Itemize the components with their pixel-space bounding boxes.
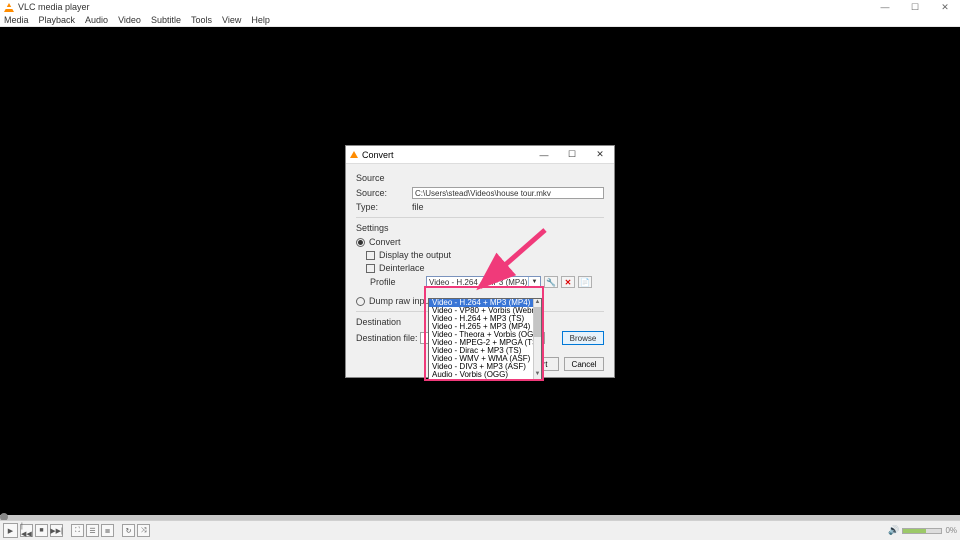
- dialog-maximize-button[interactable]: ☐: [558, 146, 586, 164]
- menu-audio[interactable]: Audio: [85, 15, 108, 25]
- settings-section-label: Settings: [356, 223, 604, 233]
- playback-controls: ▶ |◀◀ ■ ▶▶| ⛶ ☰ ≣ ↻ ⤨ 🔊 0%: [0, 520, 960, 540]
- new-profile-button[interactable]: 📄: [578, 276, 592, 288]
- menubar: Media Playback Audio Video Subtitle Tool…: [0, 14, 960, 27]
- profile-option[interactable]: Video - H.264 + MP3 (MP4): [429, 299, 541, 307]
- window-title: VLC media player: [18, 2, 90, 12]
- type-label: Type:: [356, 202, 412, 212]
- dialog-title: Convert: [362, 150, 394, 160]
- profile-option[interactable]: Video - Theora + Vorbis (OGG): [429, 331, 541, 339]
- scroll-up-icon[interactable]: ▲: [534, 299, 541, 307]
- source-input[interactable]: C:\Users\stead\Videos\house tour.mkv: [412, 187, 604, 199]
- browse-button[interactable]: Browse: [562, 331, 604, 345]
- volume-icon[interactable]: 🔊: [888, 525, 899, 536]
- extended-settings-button[interactable]: ☰: [86, 524, 99, 537]
- stop-button[interactable]: ■: [35, 524, 48, 537]
- profile-option[interactable]: Video - MPEG-2 + MPGA (TS): [429, 339, 541, 347]
- profile-selected-text: Video - H.264 + MP3 (MP4): [429, 278, 527, 287]
- volume-slider[interactable]: [902, 528, 942, 534]
- destination-file-label: Destination file:: [356, 333, 418, 343]
- profile-option[interactable]: Video - H.264 + MP3 (TS): [429, 315, 541, 323]
- profile-dropdown-list[interactable]: Video - H.264 + MP3 (MP4) Video - VP80 +…: [428, 298, 542, 380]
- maximize-button[interactable]: ☐: [900, 0, 930, 14]
- menu-media[interactable]: Media: [4, 15, 29, 25]
- playlist-button[interactable]: ≣: [101, 524, 114, 537]
- prev-button[interactable]: |◀◀: [20, 524, 33, 537]
- dump-raw-radio[interactable]: [356, 297, 365, 306]
- source-section-label: Source: [356, 173, 604, 183]
- deinterlace-label: Deinterlace: [379, 263, 425, 273]
- dump-raw-label: Dump raw input: [369, 296, 432, 306]
- display-output-label: Display the output: [379, 250, 451, 260]
- profile-label: Profile: [370, 277, 426, 287]
- profile-option[interactable]: Video - H.265 + MP3 (MP4): [429, 323, 541, 331]
- profile-option[interactable]: Video - DIV3 + MP3 (ASF): [429, 363, 541, 371]
- shuffle-button[interactable]: ⤨: [137, 524, 150, 537]
- profile-option[interactable]: Video - VP80 + Vorbis (Webm): [429, 307, 541, 315]
- profile-option[interactable]: Audio - Vorbis (OGG): [429, 371, 541, 379]
- profile-option[interactable]: Video - Dirac + MP3 (TS): [429, 347, 541, 355]
- volume-percent: 0%: [945, 526, 957, 535]
- type-value: file: [412, 202, 424, 212]
- minimize-button[interactable]: —: [870, 0, 900, 14]
- cancel-button[interactable]: Cancel: [564, 357, 604, 371]
- display-output-checkbox[interactable]: [366, 251, 375, 260]
- menu-tools[interactable]: Tools: [191, 15, 212, 25]
- dropdown-scrollbar[interactable]: ▲ ▼: [533, 299, 541, 379]
- chevron-down-icon[interactable]: ▼: [528, 277, 540, 287]
- loop-button[interactable]: ↻: [122, 524, 135, 537]
- fullscreen-button[interactable]: ⛶: [71, 524, 84, 537]
- convert-radio-label: Convert: [369, 237, 401, 247]
- deinterlace-checkbox[interactable]: [366, 264, 375, 273]
- source-label: Source:: [356, 188, 412, 198]
- edit-profile-button[interactable]: 🔧: [544, 276, 558, 288]
- next-button[interactable]: ▶▶|: [50, 524, 63, 537]
- window-titlebar: VLC media player — ☐ ✕: [0, 0, 960, 14]
- play-button[interactable]: ▶: [3, 523, 18, 538]
- profile-combobox[interactable]: Video - H.264 + MP3 (MP4) ▼: [426, 276, 541, 288]
- close-button[interactable]: ✕: [930, 0, 960, 14]
- menu-view[interactable]: View: [222, 15, 241, 25]
- scroll-thumb[interactable]: [534, 307, 541, 337]
- menu-help[interactable]: Help: [251, 15, 270, 25]
- dialog-close-button[interactable]: ✕: [586, 146, 614, 164]
- dialog-minimize-button[interactable]: —: [530, 146, 558, 164]
- vlc-cone-icon: [350, 151, 358, 158]
- delete-profile-button[interactable]: ✕: [561, 276, 575, 288]
- scroll-down-icon[interactable]: ▼: [534, 371, 541, 379]
- profile-option[interactable]: Video - WMV + WMA (ASF): [429, 355, 541, 363]
- dialog-titlebar[interactable]: Convert — ☐ ✕: [346, 146, 614, 164]
- menu-playback[interactable]: Playback: [39, 15, 76, 25]
- vlc-cone-icon: [4, 2, 14, 12]
- convert-radio[interactable]: [356, 238, 365, 247]
- menu-subtitle[interactable]: Subtitle: [151, 15, 181, 25]
- menu-video[interactable]: Video: [118, 15, 141, 25]
